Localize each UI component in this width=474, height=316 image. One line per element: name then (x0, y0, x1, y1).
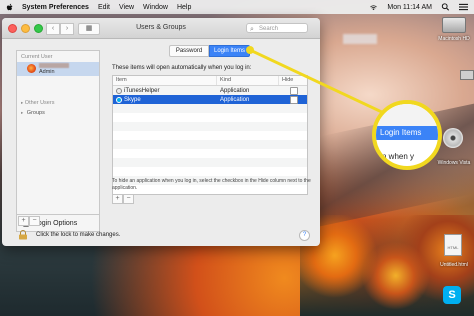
disclosure-triangle-icon: ▸ (21, 110, 24, 115)
groups-label: Groups (26, 110, 45, 116)
item-cell: Skype (113, 96, 217, 103)
dvd-disc-icon[interactable] (443, 128, 463, 148)
hard-drive-icon[interactable] (442, 17, 466, 33)
other-users-header: ▸ Other Users (21, 100, 54, 106)
hide-cell (279, 95, 307, 104)
empty-row (113, 167, 307, 176)
document-label: Untitled.html (440, 262, 468, 268)
hide-checkbox[interactable] (290, 86, 298, 95)
skype-glyph: S (448, 289, 456, 301)
current-user-role: Admin (39, 69, 55, 75)
empty-row (113, 122, 307, 131)
search-icon: ⌕ (250, 26, 254, 33)
blurred-username (39, 63, 69, 68)
magnified-login-items-tab: Login Items (376, 126, 438, 140)
login-item-add-remove: + − (112, 194, 134, 204)
empty-row (113, 158, 307, 167)
apple-menu-icon[interactable] (6, 3, 14, 12)
search-input[interactable]: ⌕ Search (246, 23, 308, 33)
column-header-hide[interactable]: Hide (279, 76, 307, 85)
login-options-label: Login Options (34, 219, 78, 227)
users-sidebar: Current User Admin ▸ Other Users ▸ Group… (16, 50, 100, 232)
column-header-kind[interactable]: Kind (217, 76, 279, 85)
table-row-selected[interactable]: Skype Application (113, 95, 307, 104)
magnified-partial-text: n when y (382, 152, 415, 161)
document-type-label: HTML (447, 245, 459, 250)
item-cell: iTunesHelper (113, 87, 217, 94)
remove-login-item-button[interactable]: − (123, 194, 134, 204)
current-user-row[interactable]: Admin (17, 62, 99, 76)
lock-message: Click the lock to make changes. (36, 232, 121, 238)
hide-hint-text: To hide an application when you log in, … (112, 178, 311, 191)
user-avatar (27, 64, 36, 73)
login-items-table: Item Kind Hide iTunesHelper Application … (112, 75, 308, 195)
user-add-remove: + − (18, 216, 40, 226)
help-button[interactable]: ? (299, 230, 310, 241)
title-bar[interactable]: ‹ › ▦ Users & Groups ⌕ Search (2, 18, 320, 39)
menu-help[interactable]: Help (177, 4, 191, 11)
kind-cell: Application (220, 87, 250, 94)
tab-login-items[interactable]: Login Items (209, 45, 251, 57)
menu-view[interactable]: View (119, 4, 134, 11)
lock-icon[interactable] (18, 230, 28, 240)
blurred-redacted-text (343, 34, 377, 44)
current-user-header: Current User (21, 54, 53, 60)
empty-row (113, 149, 307, 158)
lock-row: Click the lock to make changes. (18, 230, 120, 240)
notification-center-icon[interactable] (459, 3, 468, 11)
magnified-callout: Login Items n when y (372, 100, 442, 170)
table-body: iTunesHelper Application Skype Applicati… (113, 86, 307, 185)
add-user-button[interactable]: + (18, 216, 29, 226)
table-row[interactable]: iTunesHelper Application (113, 86, 307, 95)
tab-password[interactable]: Password (169, 45, 209, 57)
html-document-icon[interactable]: HTML (444, 234, 462, 256)
table-header: Item Kind Hide (113, 76, 307, 86)
spotlight-search-icon[interactable] (441, 3, 450, 11)
drive-icon[interactable] (460, 70, 474, 80)
column-header-item[interactable]: Item (113, 76, 217, 85)
itunes-helper-icon (116, 87, 122, 94)
item-name: iTunesHelper (124, 87, 160, 94)
disclosure-triangle-icon[interactable]: ▸ (21, 100, 23, 105)
menu-edit[interactable]: Edit (98, 4, 110, 11)
item-name: Skype (124, 96, 141, 103)
add-login-item-button[interactable]: + (112, 194, 123, 204)
hide-cell (279, 86, 307, 95)
dvd-label: Windows Vista (437, 160, 471, 166)
skype-icon (116, 96, 122, 103)
menu-clock[interactable]: Mon 11:14 AM (387, 4, 432, 11)
remove-user-button[interactable]: − (29, 216, 40, 226)
hide-checkbox[interactable] (290, 95, 298, 104)
wifi-icon[interactable] (369, 3, 378, 11)
kind-cell: Application (220, 96, 250, 103)
hard-drive-label: Macintosh HD (438, 36, 470, 42)
empty-row (113, 104, 307, 113)
magnified-background (376, 104, 438, 126)
other-users-label: Other Users (24, 100, 55, 106)
menu-bar-status-area: Mon 11:14 AM (360, 3, 474, 11)
menu-window[interactable]: Window (143, 4, 168, 11)
menu-app-name[interactable]: System Preferences (22, 4, 89, 11)
empty-row (113, 140, 307, 149)
menu-bar: System Preferences Edit View Window Help… (0, 0, 474, 14)
user-tabs: Password Login Items (169, 45, 251, 57)
empty-row (113, 131, 307, 140)
search-placeholder: Search (259, 26, 279, 32)
skype-app-icon[interactable]: S (443, 286, 461, 304)
login-items-intro: These items will open automatically when… (112, 65, 252, 71)
empty-row (113, 113, 307, 122)
groups-header[interactable]: ▸ Groups (21, 110, 45, 116)
users-and-groups-window: ‹ › ▦ Users & Groups ⌕ Search Current Us… (2, 18, 320, 246)
